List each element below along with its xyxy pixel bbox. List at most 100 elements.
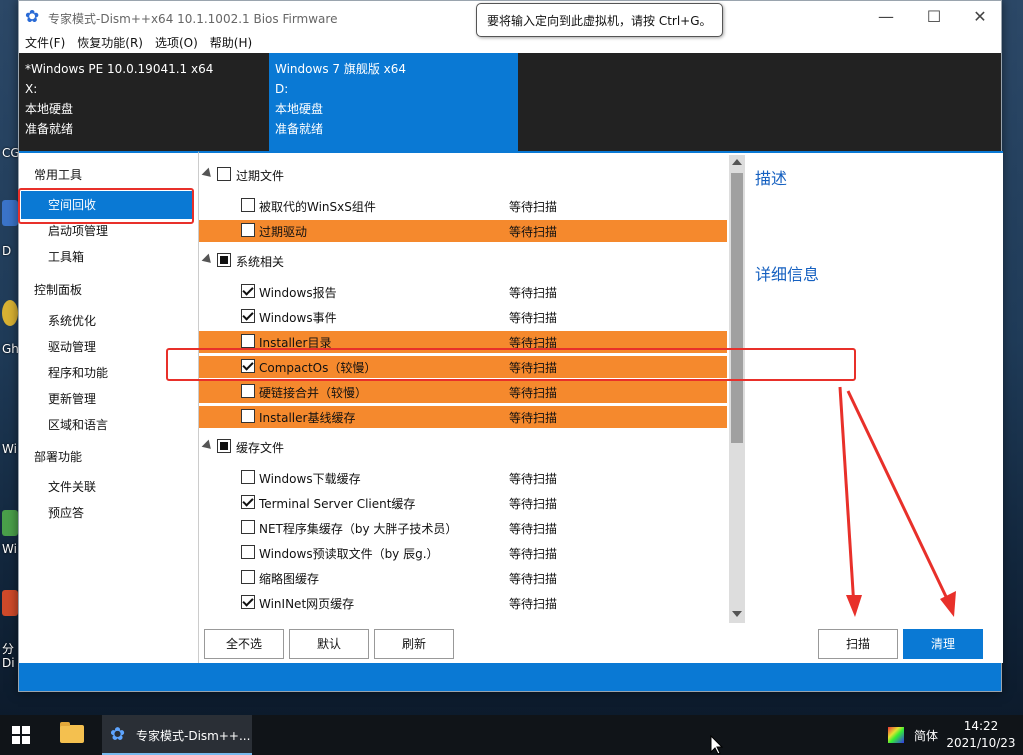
desktop-label[interactable]: Gh	[2, 342, 19, 356]
item-status: 等待扫描	[509, 522, 558, 536]
refresh-button[interactable]: 刷新	[374, 629, 454, 659]
desktop-app-icon[interactable]	[2, 300, 18, 326]
desktop-label[interactable]: Wi	[2, 442, 17, 456]
cleanup-list: 过期文件 被取代的WinSxS组件 等待扫描 过期驱动 等待扫描 系统相关 Wi…	[199, 153, 729, 623]
window-title: 专家模式-Dism++x64 10.1.1002.1 Bios Firmware	[48, 12, 338, 26]
list-item[interactable]: 缩略图缓存 等待扫描	[199, 567, 727, 589]
group-row-cache[interactable]: 缓存文件	[199, 436, 727, 458]
dism-gear-icon: ✿	[25, 7, 40, 27]
collapse-arrow-icon[interactable]	[201, 167, 215, 181]
sidebar-item-answer-file[interactable]: 预应答	[21, 499, 193, 527]
item-status: 等待扫描	[509, 497, 558, 511]
item-checkbox[interactable]	[241, 520, 255, 534]
list-item[interactable]: Windows事件 等待扫描	[199, 306, 727, 328]
desktop-label[interactable]: Di	[2, 656, 15, 670]
sidebar-item-toolbox[interactable]: 工具箱	[21, 243, 193, 271]
item-checkbox[interactable]	[241, 284, 255, 298]
item-checkbox[interactable]	[241, 409, 255, 423]
item-status: 等待扫描	[509, 225, 558, 239]
sidebar-item-updates[interactable]: 更新管理	[21, 385, 193, 413]
desktop-app-icon[interactable]	[2, 200, 18, 226]
clean-button[interactable]: 清理	[903, 629, 983, 659]
item-label: Windows下载缓存	[259, 472, 361, 486]
desktop-label[interactable]: Wi	[2, 542, 17, 556]
item-checkbox[interactable]	[241, 198, 255, 212]
item-checkbox[interactable]	[241, 334, 255, 348]
item-label: NET程序集缓存（by 大胖子技术员）	[259, 522, 458, 536]
menu-file[interactable]: 文件(F)	[19, 33, 71, 51]
collapse-arrow-icon[interactable]	[201, 439, 215, 453]
group-checkbox[interactable]	[217, 439, 231, 453]
scroll-up-icon[interactable]	[732, 159, 742, 165]
desktop-app-icon[interactable]	[2, 590, 18, 616]
sidebar-item-file-assoc[interactable]: 文件关联	[21, 473, 193, 501]
item-label: 过期驱动	[259, 225, 308, 239]
system-name: *Windows PE 10.0.19041.1 x64	[25, 62, 214, 76]
group-row-system[interactable]: 系统相关	[199, 250, 727, 272]
item-label: Terminal Server Client缓存	[259, 497, 416, 511]
maximize-button[interactable]: ☐	[911, 6, 957, 28]
sidebar-item-optimize[interactable]: 系统优化	[21, 307, 193, 335]
item-checkbox[interactable]	[241, 595, 255, 609]
desktop-label[interactable]: D	[2, 244, 11, 258]
item-status: 等待扫描	[509, 200, 558, 214]
annotation-box-compactos	[166, 348, 856, 381]
desktop-app-icon[interactable]	[2, 510, 18, 536]
default-button[interactable]: 默认	[289, 629, 369, 659]
sidebar-item-region[interactable]: 区域和语言	[21, 411, 193, 439]
item-checkbox[interactable]	[241, 223, 255, 237]
menu-restore[interactable]: 恢复功能(R)	[71, 33, 149, 51]
tray-clock[interactable]: 14:22 2021/10/23	[946, 718, 1016, 752]
collapse-arrow-icon[interactable]	[201, 253, 215, 267]
list-item[interactable]: WinINet网页缓存 等待扫描	[199, 592, 727, 614]
item-checkbox[interactable]	[241, 470, 255, 484]
item-checkbox[interactable]	[241, 384, 255, 398]
list-item[interactable]: Terminal Server Client缓存 等待扫描	[199, 492, 727, 514]
desktop-label[interactable]: 分	[2, 640, 14, 657]
item-status: 等待扫描	[509, 472, 558, 486]
item-checkbox[interactable]	[241, 495, 255, 509]
system-disk: 本地硬盘	[25, 102, 74, 116]
item-checkbox[interactable]	[241, 570, 255, 584]
clock-date: 2021/10/23	[946, 736, 1016, 750]
deselect-all-button[interactable]: 全不选	[204, 629, 284, 659]
item-label: Windows报告	[259, 286, 337, 300]
system-tile-pe[interactable]: *Windows PE 10.0.19041.1 x64 X: 本地硬盘 准备就…	[19, 53, 269, 151]
system-drive: D:	[275, 82, 289, 96]
list-item[interactable]: Windows报告 等待扫描	[199, 281, 727, 303]
tray-display-icon[interactable]	[888, 727, 904, 743]
item-status: 等待扫描	[509, 411, 558, 425]
list-item[interactable]: NET程序集缓存（by 大胖子技术员） 等待扫描	[199, 517, 727, 539]
item-status: 等待扫描	[509, 547, 558, 561]
list-item[interactable]: 被取代的WinSxS组件 等待扫描	[199, 195, 727, 217]
item-checkbox[interactable]	[241, 545, 255, 559]
group-label: 系统相关	[236, 255, 285, 269]
scrollbar-thumb[interactable]	[731, 173, 743, 443]
ime-indicator[interactable]: 简体	[914, 727, 938, 744]
list-item[interactable]: 过期驱动 等待扫描	[199, 220, 727, 242]
system-status: 准备就绪	[25, 122, 74, 136]
scroll-down-icon[interactable]	[732, 611, 742, 617]
minimize-button[interactable]: —	[863, 6, 909, 28]
list-item[interactable]: 硬链接合并（较慢） 等待扫描	[199, 381, 727, 403]
menu-options[interactable]: 选项(O)	[149, 33, 204, 51]
list-item[interactable]: Windows下载缓存 等待扫描	[199, 467, 727, 489]
group-checkbox[interactable]	[217, 167, 231, 181]
group-label: 过期文件	[236, 169, 285, 183]
annotation-box-sidebar	[18, 188, 194, 224]
group-checkbox[interactable]	[217, 253, 231, 267]
group-row-outdated[interactable]: 过期文件	[199, 164, 727, 186]
taskbar-app-dism[interactable]: ✿ 专家模式-Dism++...	[102, 715, 252, 755]
list-item[interactable]: Windows预读取文件（by 辰g.） 等待扫描	[199, 542, 727, 564]
close-button[interactable]: ✕	[957, 6, 1003, 28]
windows-start-icon[interactable]	[12, 726, 30, 744]
item-checkbox[interactable]	[241, 309, 255, 323]
system-status: 准备就绪	[275, 122, 324, 136]
annotation-arrows	[838, 386, 956, 617]
scan-button[interactable]: 扫描	[818, 629, 898, 659]
list-scrollbar[interactable]	[729, 155, 745, 623]
system-tile-win7[interactable]: Windows 7 旗舰版 x64 D: 本地硬盘 准备就绪	[269, 53, 518, 151]
file-explorer-icon[interactable]	[60, 722, 84, 743]
list-item[interactable]: Installer基线缓存 等待扫描	[199, 406, 727, 428]
menu-help[interactable]: 帮助(H)	[204, 33, 258, 51]
